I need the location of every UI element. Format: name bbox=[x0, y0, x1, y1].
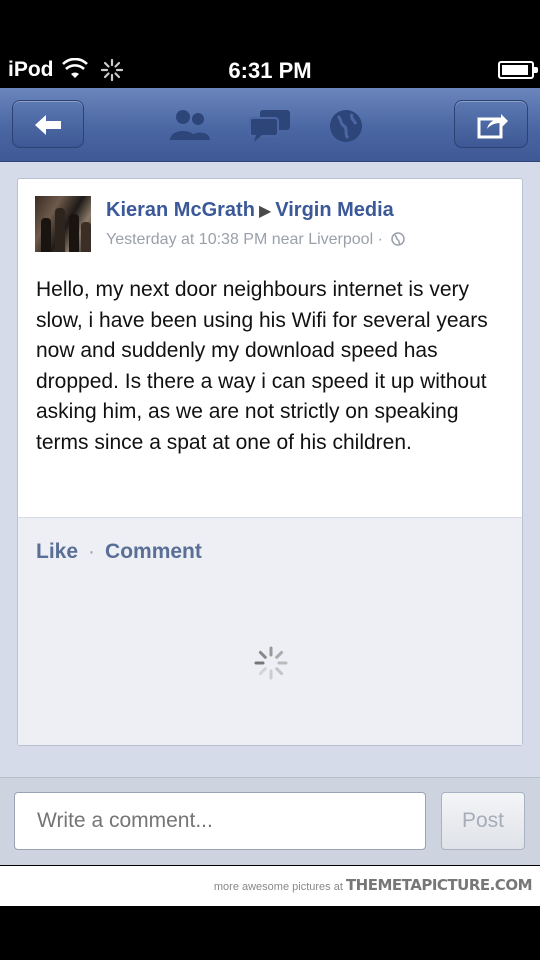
notifications-globe-icon[interactable] bbox=[326, 108, 366, 144]
comment-input[interactable] bbox=[14, 792, 426, 850]
loading-spinner-icon bbox=[254, 646, 288, 680]
post-body: Hello, my next door neighbours internet … bbox=[36, 278, 488, 454]
feed-content: Kieran McGrath ▶ Virgin Media Yesterday at… bbox=[0, 162, 540, 777]
target-arrow-icon: ▶ bbox=[258, 203, 272, 220]
post-timestamp[interactable]: Yesterday at 10:38 PM near Liverpool bbox=[106, 231, 373, 248]
author-name[interactable]: Kieran McGrath bbox=[106, 199, 255, 221]
battery-icon bbox=[498, 61, 538, 79]
meta-separator: · bbox=[377, 231, 383, 248]
public-globe-icon bbox=[391, 232, 406, 246]
share-button[interactable] bbox=[454, 100, 528, 148]
watermark-prefix: more awesome pictures at bbox=[213, 881, 343, 893]
nav-bar bbox=[0, 88, 540, 162]
post-meta: Yesterday at 10:38 PM near Liverpool · bbox=[106, 231, 406, 249]
share-icon bbox=[477, 114, 508, 139]
like-button[interactable]: Like bbox=[36, 540, 78, 563]
watermark-bar: more awesome pictures at THEMETAPICTURE.… bbox=[0, 866, 540, 906]
bottom-bezel bbox=[0, 906, 540, 960]
status-bar: iPod 6:31 PM bbox=[0, 0, 540, 88]
comment-button[interactable]: Comment bbox=[105, 540, 202, 563]
post-header: Kieran McGrath ▶ Virgin Media bbox=[106, 199, 394, 222]
watermark: more awesome pictures at THEMETAPICTURE.… bbox=[213, 876, 533, 894]
comment-composer: Post bbox=[0, 777, 540, 865]
post-button[interactable]: Post bbox=[441, 792, 525, 850]
messages-icon[interactable] bbox=[248, 108, 292, 144]
target-page-name[interactable]: Virgin Media bbox=[275, 199, 394, 221]
post-actions-area: Like · Comment bbox=[18, 517, 522, 745]
avatar[interactable] bbox=[35, 196, 91, 252]
watermark-brand: THEMETAPICTURE.COM bbox=[345, 876, 533, 894]
back-button[interactable] bbox=[12, 100, 84, 148]
post-card: Kieran McGrath ▶ Virgin Media Yesterday at… bbox=[17, 178, 523, 746]
back-arrow-icon bbox=[35, 115, 61, 135]
actions-separator: · bbox=[88, 540, 96, 563]
post-actions: Like · Comment bbox=[36, 540, 202, 564]
friends-icon[interactable] bbox=[168, 108, 212, 142]
status-time: 6:31 PM bbox=[228, 58, 312, 83]
